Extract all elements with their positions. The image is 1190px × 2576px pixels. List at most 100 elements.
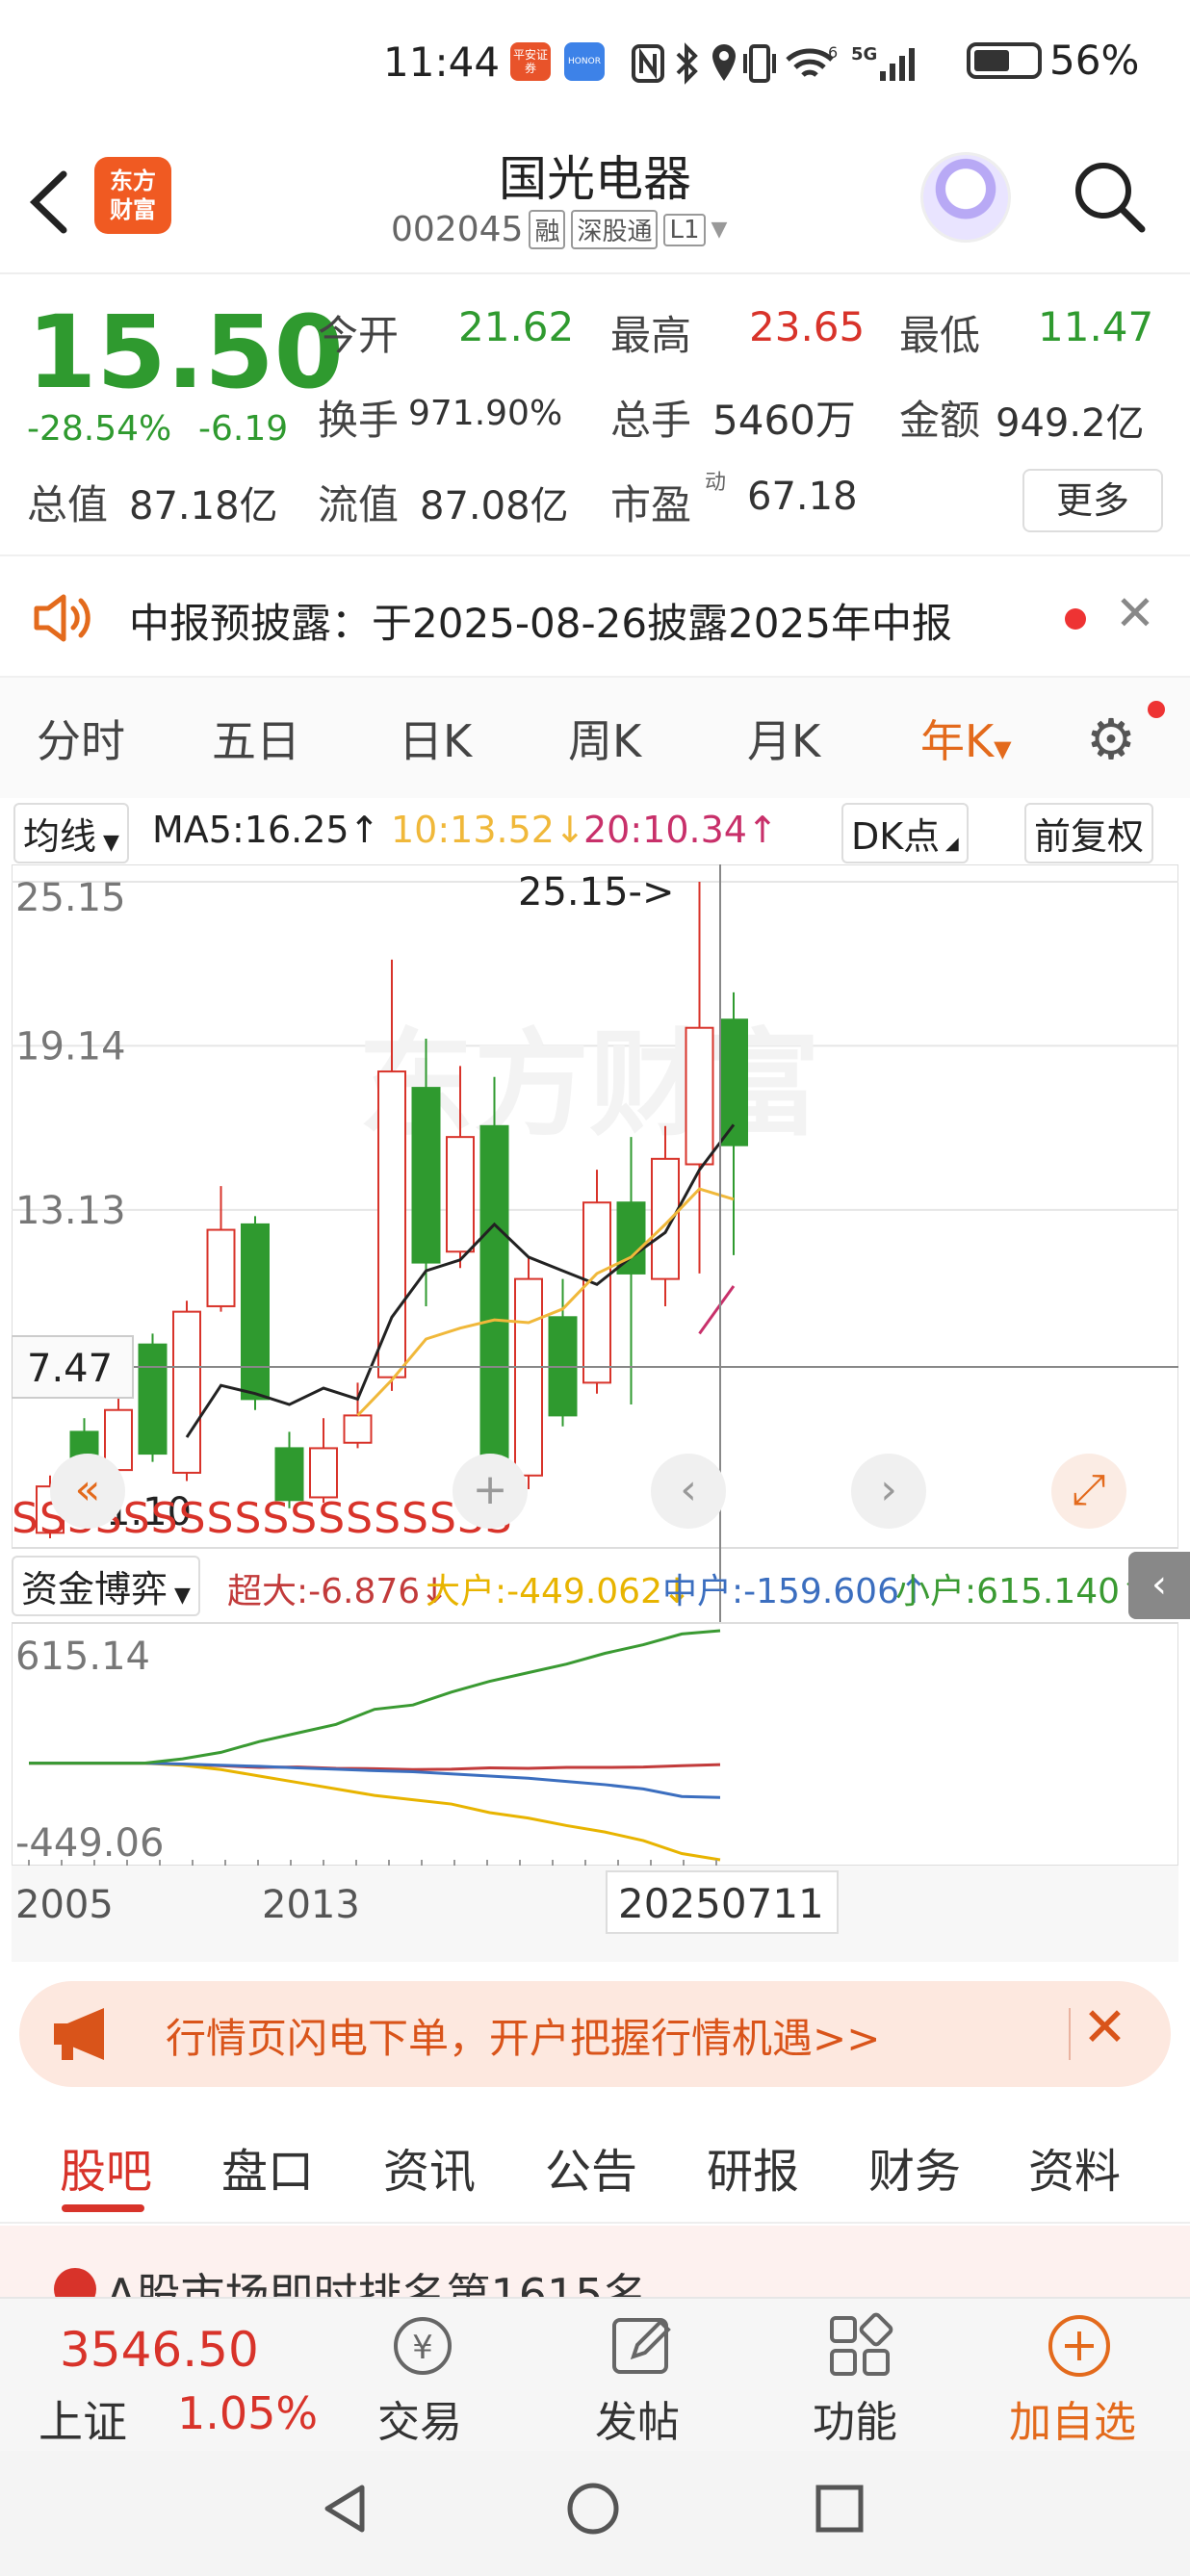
candle-body bbox=[651, 1157, 680, 1280]
honor-store-icon: HONOR bbox=[564, 42, 605, 81]
super-large-value: 超大:-6.876↓ bbox=[227, 1572, 450, 1611]
tab-monthly-k[interactable]: 月K bbox=[747, 707, 820, 770]
pe-value: 67.18 bbox=[747, 475, 858, 519]
change-amount: -6.19 bbox=[198, 409, 289, 449]
mktcap-value: 87.18亿 bbox=[129, 484, 278, 528]
zoom-in-icon[interactable]: + bbox=[453, 1454, 528, 1529]
index-change[interactable]: 1.05% bbox=[177, 2387, 318, 2439]
nav-recent-icon[interactable] bbox=[811, 2480, 868, 2541]
candle-body bbox=[514, 1277, 543, 1477]
mktcap-label: 总值 bbox=[27, 481, 109, 528]
turnover-label: 换手 bbox=[318, 397, 400, 444]
candle-body bbox=[377, 1070, 406, 1378]
candle-body bbox=[241, 1223, 270, 1401]
caret-down-icon: ▼ bbox=[711, 218, 728, 242]
connect-tag: 深股通 bbox=[571, 210, 659, 249]
fund-indicator-select[interactable]: 资金博弈 ▼ bbox=[12, 1556, 200, 1616]
dk-point-label: DK点 bbox=[851, 815, 941, 858]
status-time: 11:44 bbox=[383, 39, 501, 86]
tab-news[interactable]: 资讯 bbox=[383, 2133, 476, 2201]
tab-weekly-k[interactable]: 周K bbox=[568, 707, 641, 770]
trade-label[interactable]: 交易 bbox=[377, 2387, 462, 2449]
caret-down-icon: ▼ bbox=[168, 1584, 191, 1608]
fund-flow-row: 资金博弈 ▼ 超大:-6.876↓ 大户:-449.062↓ 中户:-159.6… bbox=[0, 1550, 1190, 1621]
megaphone-icon bbox=[48, 2002, 131, 2070]
close-icon[interactable]: ✕ bbox=[1115, 585, 1155, 641]
dk-point-select[interactable]: DK点 ◢ bbox=[841, 803, 969, 863]
nav-back-icon[interactable] bbox=[318, 2480, 375, 2541]
pe-sup-label: 动 bbox=[705, 471, 727, 495]
promo-text: 行情页闪电下单，开户把握行情机遇>> bbox=[166, 2015, 881, 2062]
functions-grid-icon[interactable] bbox=[824, 2310, 895, 2382]
post-label[interactable]: 发帖 bbox=[595, 2387, 680, 2449]
more-button[interactable]: 更多 bbox=[1022, 469, 1163, 532]
chevron-left-icon[interactable]: ‹ bbox=[651, 1454, 726, 1529]
last-price: 15.50 bbox=[27, 294, 344, 411]
nfc-icon bbox=[632, 44, 664, 83]
float-value: 87.08亿 bbox=[420, 484, 569, 528]
ai-assistant-avatar-icon[interactable] bbox=[920, 152, 1011, 243]
candle-body bbox=[479, 1124, 509, 1485]
tab-five-day[interactable]: 五日 bbox=[212, 707, 300, 770]
crosshair-price: 7.47 bbox=[27, 1347, 113, 1391]
tab-yearly-k[interactable]: 年K▼ bbox=[920, 707, 1012, 770]
functions-label[interactable]: 功能 bbox=[813, 2387, 897, 2449]
tab-announcements[interactable]: 公告 bbox=[545, 2133, 637, 2201]
medium-value: 中户:-159.606↑ bbox=[662, 1572, 929, 1611]
level-tag: L1 bbox=[663, 213, 706, 246]
chevron-right-icon[interactable]: › bbox=[851, 1454, 926, 1529]
stock-code-row[interactable]: 002045 融 深股通 L1 ▼ bbox=[391, 210, 727, 249]
tab-daily-k[interactable]: 日K bbox=[399, 707, 472, 770]
tab-intraday[interactable]: 分时 bbox=[37, 707, 125, 770]
honor-store-label: HONOR bbox=[568, 57, 601, 66]
open-label: 今开 bbox=[318, 312, 400, 359]
system-nav-bar bbox=[0, 2451, 1190, 2576]
candle-body bbox=[138, 1343, 168, 1455]
scroll-left-far-icon[interactable]: « bbox=[50, 1454, 125, 1529]
trade-icon[interactable]: ¥ bbox=[387, 2310, 458, 2382]
wifi-icon bbox=[786, 48, 834, 77]
compose-post-icon[interactable] bbox=[607, 2310, 678, 2382]
gear-icon[interactable]: ⚙ bbox=[1086, 707, 1136, 772]
tab-research[interactable]: 研报 bbox=[707, 2133, 799, 2201]
unread-dot bbox=[1065, 608, 1086, 630]
fund-min-label: -449.06 bbox=[15, 1821, 164, 1866]
nav-home-icon[interactable] bbox=[564, 2480, 622, 2541]
fullscreen-icon[interactable]: ⤢ bbox=[1051, 1454, 1126, 1529]
location-icon bbox=[712, 44, 736, 81]
settings-badge-dot bbox=[1148, 701, 1165, 718]
index-value[interactable]: 3546.50 bbox=[60, 2322, 259, 2378]
feed-item[interactable]: A股市场即时排名第1615名 bbox=[0, 2226, 1190, 2297]
notice-text: 中报预披露：于2025-08-26披露2025年中报 bbox=[129, 600, 952, 647]
change-percent: -28.54% bbox=[27, 409, 172, 449]
tab-guba[interactable]: 股吧 bbox=[60, 2133, 152, 2201]
chevron-left-icon[interactable]: ‹ bbox=[1128, 1552, 1190, 1619]
network-label: 5G bbox=[851, 44, 877, 64]
candle-body bbox=[206, 1228, 236, 1307]
tab-yearly-k-label: 年K bbox=[920, 715, 995, 767]
close-icon[interactable]: ✕ bbox=[1082, 1996, 1127, 2059]
search-icon[interactable] bbox=[1071, 158, 1148, 235]
stock-name: 国光电器 bbox=[499, 151, 691, 207]
add-watchlist-label[interactable]: 加自选 bbox=[1009, 2387, 1136, 2449]
tab-pankou[interactable]: 盘口 bbox=[221, 2133, 314, 2201]
tab-finance[interactable]: 财务 bbox=[868, 2133, 961, 2201]
high-value: 23.65 bbox=[749, 303, 866, 350]
stock-code: 002045 bbox=[391, 210, 524, 249]
rank-icon bbox=[54, 2268, 96, 2297]
indicator-select[interactable]: 均线 ▼ bbox=[13, 803, 129, 863]
amount-value: 949.2亿 bbox=[996, 401, 1145, 446]
x-label-mid: 2013 bbox=[262, 1883, 360, 1927]
kline-chart-area[interactable]: 东方财富 7.47 25.15-> <-1.10 SSSSSSSSSSSSSSS… bbox=[12, 864, 1178, 1962]
y-tick-label: 25.15 bbox=[15, 876, 126, 920]
adjust-select[interactable]: 前复权 bbox=[1024, 803, 1154, 863]
promo-banner[interactable]: 行情页闪电下单，开户把握行情机遇>> ✕ bbox=[19, 1981, 1171, 2087]
caret-icon: ◢ bbox=[940, 834, 959, 854]
tab-profile[interactable]: 资料 bbox=[1028, 2133, 1121, 2201]
add-watchlist-icon[interactable] bbox=[1044, 2310, 1115, 2382]
index-name[interactable]: 上证 bbox=[39, 2387, 127, 2451]
kline-svg[interactable]: 东方财富 7.47 25.15-> <-1.10 SSSSSSSSSSSSSSS… bbox=[12, 864, 1178, 1962]
caret-down-icon: ▼ bbox=[994, 735, 1012, 762]
notice-banner[interactable]: 中报预披露：于2025-08-26披露2025年中报 ✕ bbox=[0, 554, 1190, 678]
amount-label: 金额 bbox=[899, 397, 981, 444]
